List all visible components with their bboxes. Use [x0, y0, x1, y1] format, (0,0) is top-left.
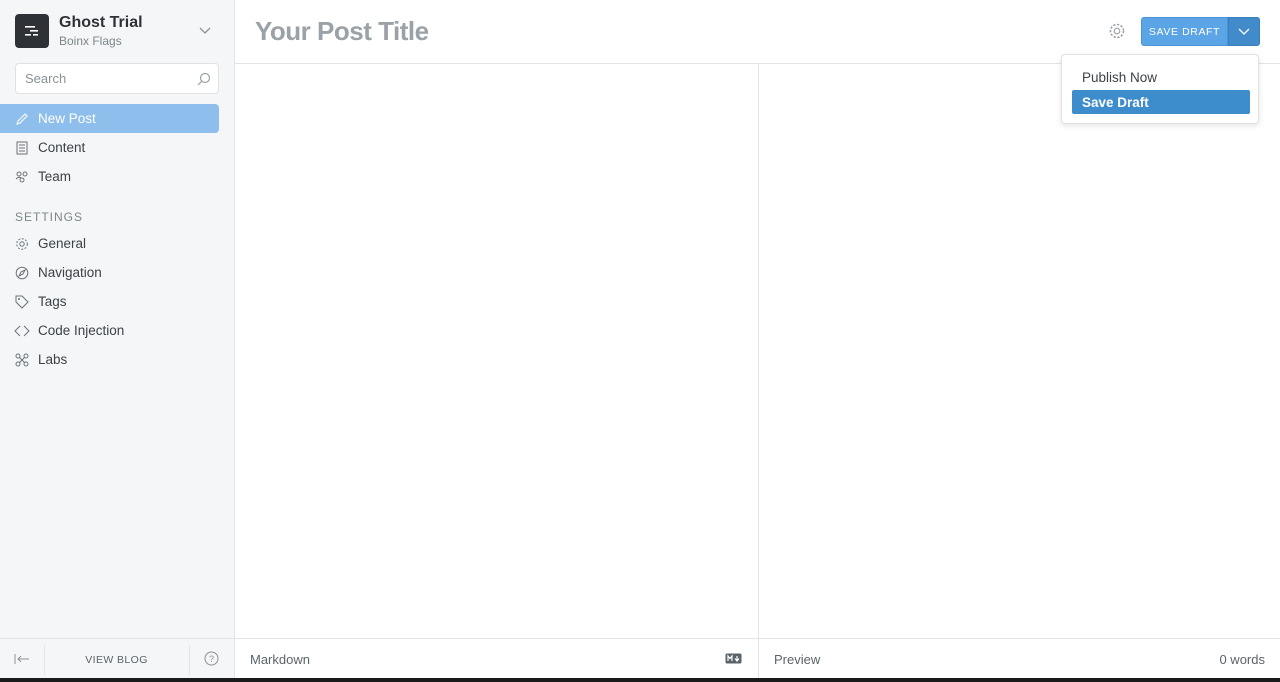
- nav-item-navigation[interactable]: Navigation: [0, 258, 219, 287]
- save-draft-button[interactable]: SAVE DRAFT: [1141, 17, 1228, 46]
- preview-pane: [759, 64, 1280, 638]
- blog-title: Ghost Trial: [59, 14, 143, 31]
- chevron-down-icon[interactable]: [199, 24, 211, 36]
- nav-item-label: Navigation: [38, 265, 102, 280]
- post-title-input[interactable]: [255, 16, 955, 47]
- nav-item-label: Tags: [38, 294, 67, 309]
- nav-item-labs[interactable]: Labs: [0, 345, 219, 374]
- nav-item-new-post[interactable]: New Post: [0, 104, 219, 133]
- document-icon: [14, 140, 30, 156]
- nav-item-code-injection[interactable]: Code Injection: [0, 316, 219, 345]
- svg-text:?: ?: [209, 654, 214, 664]
- publish-options-toggle[interactable]: [1228, 17, 1260, 46]
- post-settings-gear-icon[interactable]: [1108, 22, 1126, 40]
- publish-dropdown-menu: Publish Now Save Draft: [1061, 54, 1259, 124]
- blog-switcher[interactable]: Ghost Trial Boinx Flags: [15, 14, 220, 50]
- window-bottom-edge: [0, 678, 1280, 682]
- markdown-editor[interactable]: [235, 64, 758, 638]
- sidebar-footer: VIEW BLOG ?: [0, 638, 234, 682]
- compass-icon: [14, 265, 30, 281]
- nav-item-tags[interactable]: Tags: [0, 287, 219, 316]
- search-input[interactable]: [16, 64, 186, 93]
- settings-section-label: SETTINGS: [15, 210, 84, 224]
- nav-item-label: New Post: [38, 111, 96, 126]
- chevron-down-icon: [1238, 28, 1250, 35]
- footer-divider: [189, 645, 190, 675]
- nav-item-general[interactable]: General: [0, 229, 219, 258]
- markdown-footer: Markdown: [235, 638, 758, 682]
- blog-subtitle: Boinx Flags: [59, 34, 122, 48]
- team-icon: [14, 169, 30, 185]
- labs-icon: [14, 352, 30, 368]
- nav-item-label: Code Injection: [38, 323, 125, 338]
- nav-item-content[interactable]: Content: [0, 133, 219, 162]
- save-draft-option[interactable]: Save Draft: [1072, 90, 1250, 114]
- nav-item-label: General: [38, 236, 87, 251]
- word-count: 0 words: [1219, 652, 1265, 667]
- view-blog-link[interactable]: VIEW BLOG: [44, 654, 189, 666]
- code-icon: [14, 323, 30, 339]
- help-icon[interactable]: ?: [204, 651, 219, 666]
- collapse-sidebar-icon[interactable]: [14, 652, 30, 666]
- publish-now-option[interactable]: Publish Now: [1072, 65, 1250, 89]
- search-box[interactable]: [15, 63, 219, 94]
- blog-logo: [15, 14, 49, 48]
- blog-logo-icon: [25, 26, 38, 36]
- nav-item-label: Team: [38, 169, 72, 184]
- preview-footer: Preview 0 words: [759, 638, 1280, 682]
- markdown-help-icon[interactable]: [725, 653, 742, 664]
- markdown-label: Markdown: [250, 652, 310, 667]
- sidebar: Ghost Trial Boinx Flags New Post Content…: [0, 0, 235, 682]
- nav-item-label: Labs: [38, 352, 68, 367]
- search-icon[interactable]: [197, 72, 211, 86]
- pencil-icon: [14, 111, 30, 127]
- nav-item-team[interactable]: Team: [0, 162, 219, 191]
- gear-icon: [14, 236, 30, 252]
- preview-label: Preview: [774, 652, 821, 667]
- tag-icon: [14, 294, 30, 310]
- nav-item-label: Content: [38, 140, 86, 155]
